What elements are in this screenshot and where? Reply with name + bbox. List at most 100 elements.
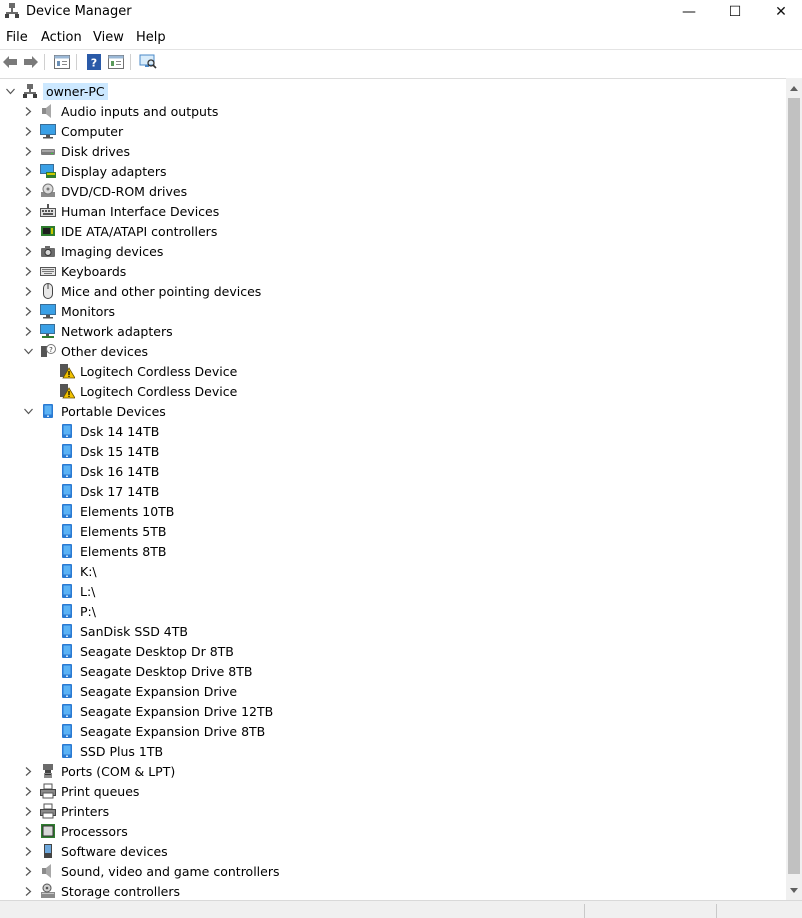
device-item[interactable]: Elements 5TB (59, 521, 166, 541)
chevron-right-icon[interactable] (22, 825, 34, 837)
scan-hardware-icon[interactable] (139, 53, 157, 71)
menu-file[interactable]: File (6, 30, 28, 45)
chevron-down-icon[interactable] (22, 345, 34, 357)
device-item[interactable]: Audio inputs and outputs (22, 101, 218, 121)
menu-action[interactable]: Action (41, 30, 82, 45)
vertical-scrollbar[interactable] (786, 78, 802, 900)
device-item[interactable]: Mice and other pointing devices (22, 281, 261, 301)
maximize-button[interactable]: ☐ (712, 0, 758, 24)
title-bar[interactable]: Device Manager — ☐ ✕ (0, 0, 802, 26)
computer-icon (22, 83, 38, 99)
device-item[interactable]: Dsk 16 14TB (59, 461, 159, 481)
tree-item-label: Dsk 17 14TB (80, 483, 160, 499)
tree-item-label: Display adapters (61, 163, 167, 179)
device-item[interactable]: DVD/CD-ROM drives (22, 181, 187, 201)
window-title: Device Manager (26, 4, 132, 19)
scrollbar-thumb[interactable] (788, 98, 800, 874)
tree-root[interactable]: owner-PC (4, 81, 108, 101)
chevron-right-icon[interactable] (22, 265, 34, 277)
port-icon (40, 763, 56, 779)
portable-device-icon (59, 463, 75, 479)
device-item[interactable]: Seagate Expansion Drive 8TB (59, 721, 265, 741)
device-item[interactable]: Print queues (22, 781, 139, 801)
device-item[interactable]: IDE ATA/ATAPI controllers (22, 221, 217, 241)
chevron-right-icon[interactable] (22, 865, 34, 877)
forward-icon[interactable] (22, 53, 40, 71)
device-item[interactable]: Computer (22, 121, 123, 141)
chevron-right-icon[interactable] (22, 305, 34, 317)
properties-icon[interactable] (53, 53, 71, 71)
device-item[interactable]: P:\ (59, 601, 96, 621)
chevron-right-icon[interactable] (22, 325, 34, 337)
device-item[interactable]: L:\ (59, 581, 95, 601)
device-item[interactable]: Elements 8TB (59, 541, 166, 561)
menu-help[interactable]: Help (136, 30, 166, 45)
chevron-right-icon[interactable] (22, 185, 34, 197)
minimize-button[interactable]: — (666, 0, 712, 24)
portable-device-icon (59, 583, 75, 599)
processor-icon (40, 823, 56, 839)
tree-item-label: Disk drives (61, 143, 130, 159)
category-other-devices[interactable]: ? Other devices (22, 341, 148, 361)
tree-item-label: Dsk 16 14TB (80, 463, 160, 479)
chevron-right-icon[interactable] (22, 125, 34, 137)
device-item[interactable]: Dsk 15 14TB (59, 441, 159, 461)
device-item[interactable]: Keyboards (22, 261, 126, 281)
device-item[interactable]: Sound, video and game controllers (22, 861, 280, 881)
chevron-right-icon[interactable] (22, 765, 34, 777)
device-item[interactable]: Software devices (22, 841, 168, 861)
device-item[interactable]: Seagate Desktop Dr 8TB (59, 641, 234, 661)
chevron-right-icon[interactable] (22, 285, 34, 297)
chevron-right-icon[interactable] (22, 165, 34, 177)
device-item[interactable]: Seagate Expansion Drive (59, 681, 237, 701)
device-item[interactable]: Storage controllers (22, 881, 180, 900)
help-icon[interactable]: ? (85, 53, 103, 71)
device-item[interactable]: SanDisk SSD 4TB (59, 621, 188, 641)
chevron-right-icon[interactable] (22, 105, 34, 117)
device-item[interactable]: Human Interface Devices (22, 201, 219, 221)
chevron-right-icon[interactable] (22, 845, 34, 857)
device-item[interactable]: K:\ (59, 561, 97, 581)
device-item[interactable]: Elements 10TB (59, 501, 174, 521)
chevron-down-icon[interactable] (4, 85, 16, 97)
scroll-up-icon[interactable] (786, 80, 802, 96)
device-item[interactable]: Dsk 14 14TB (59, 421, 159, 441)
device-item[interactable]: Logitech Cordless Device (59, 361, 237, 381)
close-button[interactable]: ✕ (758, 0, 802, 24)
device-item[interactable]: Processors (22, 821, 128, 841)
device-item[interactable]: Disk drives (22, 141, 130, 161)
chevron-down-icon[interactable] (22, 405, 34, 417)
device-item[interactable]: Logitech Cordless Device (59, 381, 237, 401)
warning-device-icon (59, 383, 75, 399)
chevron-right-icon[interactable] (22, 245, 34, 257)
device-item[interactable]: Ports (COM & LPT) (22, 761, 175, 781)
device-item[interactable]: Monitors (22, 301, 115, 321)
device-item[interactable]: Seagate Desktop Drive 8TB (59, 661, 252, 681)
portable-device-icon (59, 503, 75, 519)
details-icon[interactable] (107, 53, 125, 71)
tree-item-label: Elements 5TB (80, 523, 167, 539)
device-manager-icon (5, 3, 19, 19)
network-icon (40, 323, 56, 339)
chevron-right-icon[interactable] (22, 885, 34, 897)
back-icon[interactable] (1, 53, 19, 71)
chevron-right-icon[interactable] (22, 785, 34, 797)
menu-view[interactable]: View (93, 30, 124, 45)
device-item[interactable]: Network adapters (22, 321, 173, 341)
device-item[interactable]: Display adapters (22, 161, 166, 181)
tree-item-label: Seagate Expansion Drive (80, 683, 238, 699)
chevron-right-icon[interactable] (22, 205, 34, 217)
device-item[interactable]: Imaging devices (22, 241, 163, 261)
tree-item-label: L:\ (80, 583, 96, 599)
scroll-down-icon[interactable] (786, 882, 802, 898)
device-item[interactable]: Dsk 17 14TB (59, 481, 159, 501)
category-portable-devices[interactable]: Portable Devices (22, 401, 166, 421)
device-item[interactable]: SSD Plus 1TB (59, 741, 163, 761)
chevron-right-icon[interactable] (22, 225, 34, 237)
device-item[interactable]: Printers (22, 801, 109, 821)
chevron-right-icon[interactable] (22, 805, 34, 817)
device-tree[interactable]: owner-PC Audio inputs and outputs Computer… (0, 78, 786, 900)
device-item[interactable]: Seagate Expansion Drive 12TB (59, 701, 273, 721)
portable-device-icon (59, 603, 75, 619)
chevron-right-icon[interactable] (22, 145, 34, 157)
